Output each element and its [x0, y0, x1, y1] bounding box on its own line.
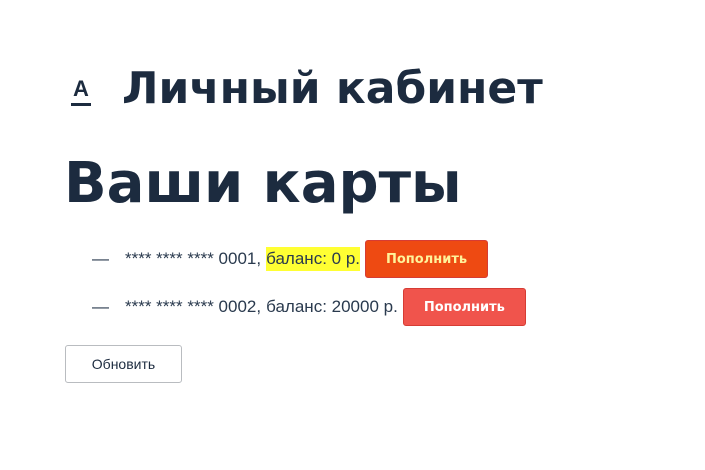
topup-button[interactable]: Пополнить [402, 288, 526, 326]
logo-underline [71, 103, 91, 106]
logo-icon[interactable]: А [66, 78, 96, 106]
page-heading: Ваши карты [64, 151, 462, 216]
card-list: — **** **** **** 0001 , баланс: 0 р. Поп… [92, 240, 526, 336]
card-list-item: — **** **** **** 0001 , баланс: 0 р. Поп… [92, 240, 526, 278]
card-list-item: — **** **** **** 0002 , баланс: 20000 р.… [92, 288, 526, 326]
card-separator: , [256, 249, 262, 268]
refresh-button[interactable]: Обновить [65, 345, 182, 383]
topup-button[interactable]: Пополнить [365, 240, 489, 278]
header: А Личный кабинет [66, 60, 543, 118]
card-number: **** **** **** 0001 [125, 249, 257, 268]
list-dash: — [92, 297, 109, 316]
card-separator: , [256, 297, 262, 316]
logo-letter: А [73, 76, 89, 101]
card-balance: баланс: 20000 р. [266, 297, 398, 316]
card-balance: баланс: 0 р. [266, 247, 360, 271]
card-number: **** **** **** 0002 [125, 297, 257, 316]
list-dash: — [92, 249, 109, 268]
site-title: Личный кабинет [122, 63, 543, 114]
